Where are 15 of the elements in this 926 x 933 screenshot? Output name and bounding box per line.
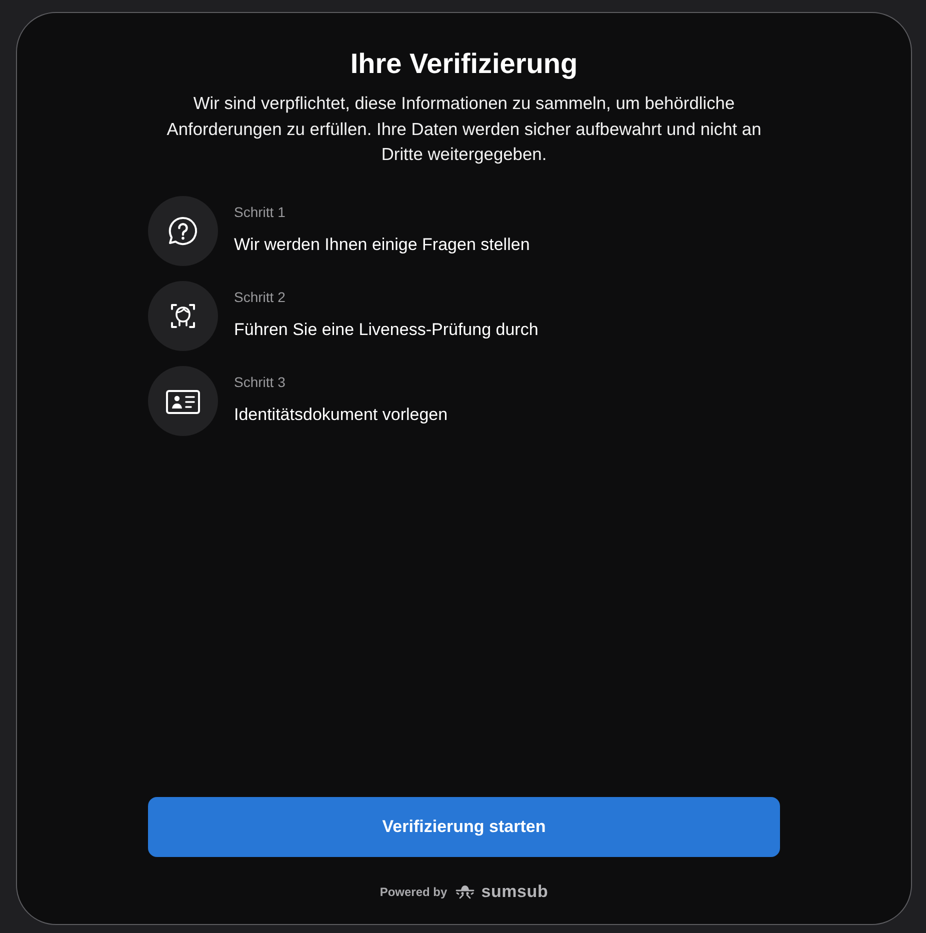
powered-by-text: Powered by [380, 885, 448, 899]
brand-name: sumsub [481, 882, 548, 902]
page-title: Ihre Verifizierung [350, 47, 578, 81]
face-scan-icon [148, 280, 218, 350]
step-label: Schritt 1 [234, 202, 286, 222]
logo-icon [455, 885, 476, 899]
step-title: Führen Sie eine Liveness-Prüfung durch [234, 318, 538, 340]
step-title: Identitätsdokument vorlegen [234, 404, 448, 426]
step-label: Schritt 3 [234, 372, 286, 392]
question-bubble-icon [148, 196, 218, 266]
id-card-icon [148, 366, 218, 436]
description-text: Wir sind verpflichtet, diese Informationen zu sammeln, um behördliche Anforderungen zu erfüllen. Ihre Daten werden sicher aufbewahrt und nicht an Dritte weitergegeben. [166, 92, 762, 166]
step-title: Wir werden Ihnen einige Fragen stellen [234, 234, 530, 256]
step-label: Schritt 2 [234, 288, 286, 306]
start-verification-button[interactable]: Verifizierung starten [148, 797, 780, 857]
